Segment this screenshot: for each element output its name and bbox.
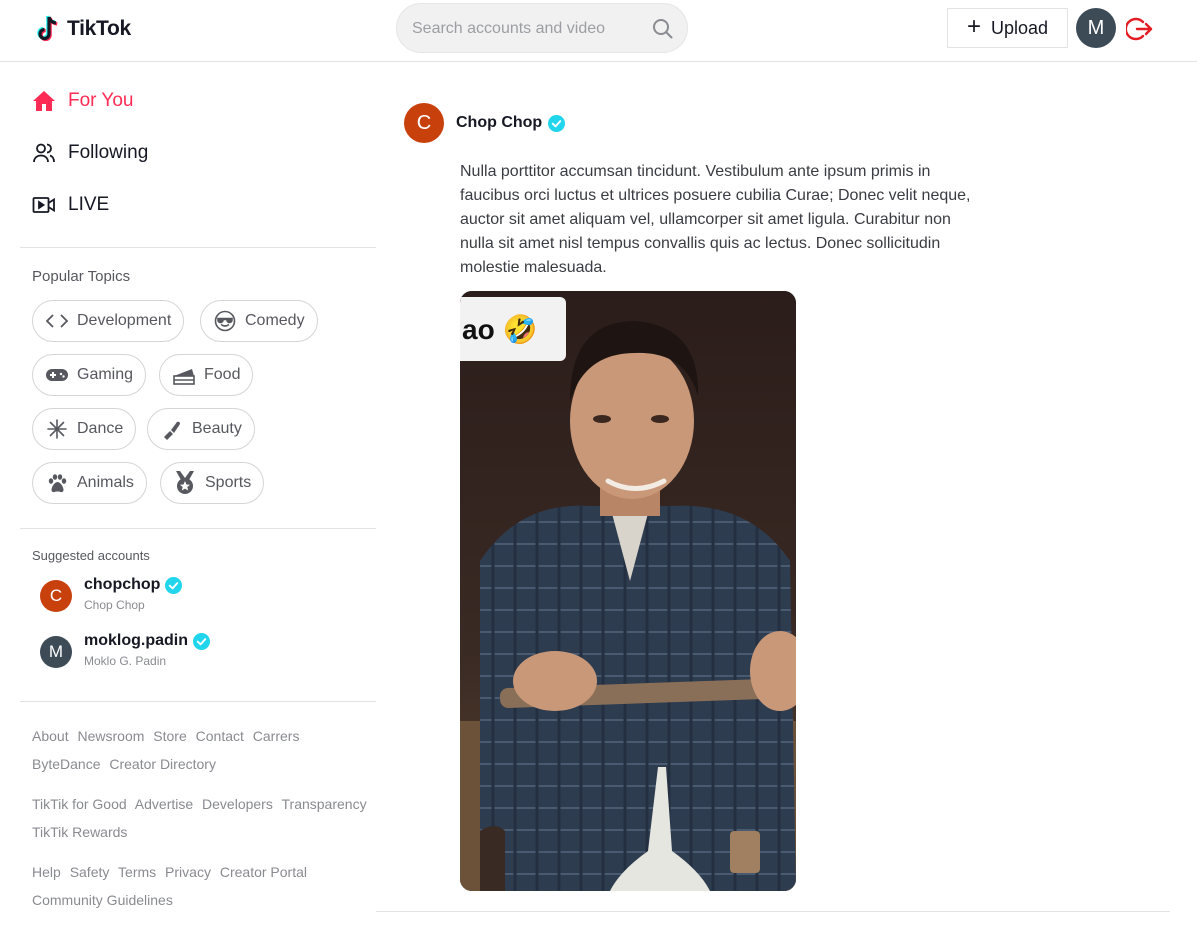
popular-topics-title: Popular Topics (32, 268, 131, 285)
code-icon (45, 309, 69, 333)
verified-badge-icon (548, 114, 566, 132)
topic-chip-development[interactable]: Development (32, 300, 185, 342)
footer-link[interactable]: About (32, 728, 69, 744)
post-author-avatar[interactable]: C (404, 103, 444, 143)
footer-link[interactable]: Privacy (165, 864, 211, 880)
footer-link[interactable]: TikTik Rewards (32, 824, 127, 840)
account-username: moklog.padin (84, 632, 210, 650)
avatar: M (40, 636, 72, 668)
nav-for-you[interactable]: For You (32, 89, 134, 113)
post-author-name: Chop Chop (456, 114, 543, 131)
sunglasses-emoji-icon (213, 309, 237, 333)
footer-link[interactable]: Contact (196, 728, 244, 744)
upload-label: Upload (990, 17, 1049, 38)
nav-label: LIVE (68, 194, 110, 215)
footer-link[interactable]: Terms (118, 864, 156, 880)
search-input[interactable] (412, 17, 642, 41)
gamepad-icon (45, 363, 69, 387)
video-player[interactable]: ao 🤣 (460, 291, 796, 891)
top-header: TikTok + Upload M (0, 0, 1197, 62)
upload-button[interactable]: + Upload (947, 8, 1068, 48)
medal-icon (173, 471, 197, 495)
verified-badge-icon (165, 576, 183, 594)
footer-link[interactable]: Creator Portal (220, 864, 307, 880)
live-icon (32, 197, 55, 213)
footer-link[interactable]: Newsroom (77, 728, 144, 744)
sidebar-divider (20, 247, 376, 248)
user-avatar[interactable]: M (1076, 8, 1116, 48)
video-frame (460, 291, 796, 891)
post-author[interactable]: Chop Chop (456, 114, 566, 132)
avatar: C (40, 580, 72, 612)
feed-divider (376, 911, 1170, 912)
firework-icon (45, 417, 69, 441)
sidebar-divider (20, 528, 376, 529)
footer-link[interactable]: Transparency (282, 796, 367, 812)
footer-link[interactable]: ByteDance (32, 756, 100, 772)
account-username: chopchop (84, 576, 183, 594)
account-display-name: Moklo G. Padin (84, 654, 167, 668)
topic-chip-animals[interactable]: Animals (32, 462, 147, 504)
suggested-accounts-title: Suggested accounts (32, 548, 150, 563)
logo-text: TikTok (67, 17, 131, 40)
topic-chip-dance[interactable]: Dance (32, 408, 137, 450)
footer-links-group-2: TikTik for Good Advertise Developers Tra… (32, 790, 372, 846)
topic-chip-gaming[interactable]: Gaming (32, 354, 147, 396)
footer-link[interactable]: Creator Directory (109, 756, 216, 772)
footer-links-group-3: Help Safety Terms Privacy Creator Portal… (32, 858, 372, 914)
nav-following[interactable]: Following (32, 141, 148, 165)
users-icon (33, 143, 55, 163)
footer-link[interactable]: Advertise (135, 796, 193, 812)
home-icon (33, 91, 55, 111)
logout-icon[interactable] (1126, 16, 1154, 42)
footer-link[interactable]: Store (153, 728, 186, 744)
footer-links-group-1: About Newsroom Store Contact Carrers Byt… (32, 722, 372, 778)
plus-icon: + (966, 13, 981, 40)
paw-icon (45, 471, 69, 495)
topic-chip-food[interactable]: Food (159, 354, 254, 396)
footer-link[interactable]: Community Guidelines (32, 892, 173, 908)
footer-link[interactable]: TikTik for Good (32, 796, 127, 812)
verified-badge-icon (193, 632, 210, 650)
account-display-name: Chop Chop (84, 598, 145, 612)
lipstick-icon (160, 417, 184, 441)
sidebar: For You Following LIVE Popular Topics De… (20, 62, 376, 933)
topic-chip-sports[interactable]: Sports (160, 462, 265, 504)
footer-link[interactable]: Safety (70, 864, 110, 880)
search-icon[interactable] (652, 18, 674, 40)
topic-chip-comedy[interactable]: Comedy (200, 300, 318, 342)
footer-link[interactable]: Help (32, 864, 61, 880)
footer-link[interactable]: Carrers (253, 728, 300, 744)
cake-icon (172, 363, 196, 387)
nav-label: Following (68, 142, 149, 163)
sidebar-divider (20, 701, 376, 702)
post-caption: Nulla porttitor accumsan tincidunt. Vest… (460, 163, 971, 276)
suggested-account-chopchop[interactable]: C chopchop Chop Chop (40, 576, 183, 612)
suggested-account-moklog[interactable]: M moklog.padin Moklo G. Padin (40, 632, 210, 668)
tiktok-logo-icon (37, 15, 58, 42)
tiktok-logo[interactable]: TikTok (36, 13, 131, 45)
nav-live[interactable]: LIVE (32, 193, 109, 217)
footer-link[interactable]: Developers (202, 796, 273, 812)
search-bar (396, 3, 688, 53)
video-overlay-caption: ao 🤣 (460, 297, 566, 361)
topic-chip-beauty[interactable]: Beauty (147, 408, 255, 450)
nav-label: For You (68, 90, 134, 111)
